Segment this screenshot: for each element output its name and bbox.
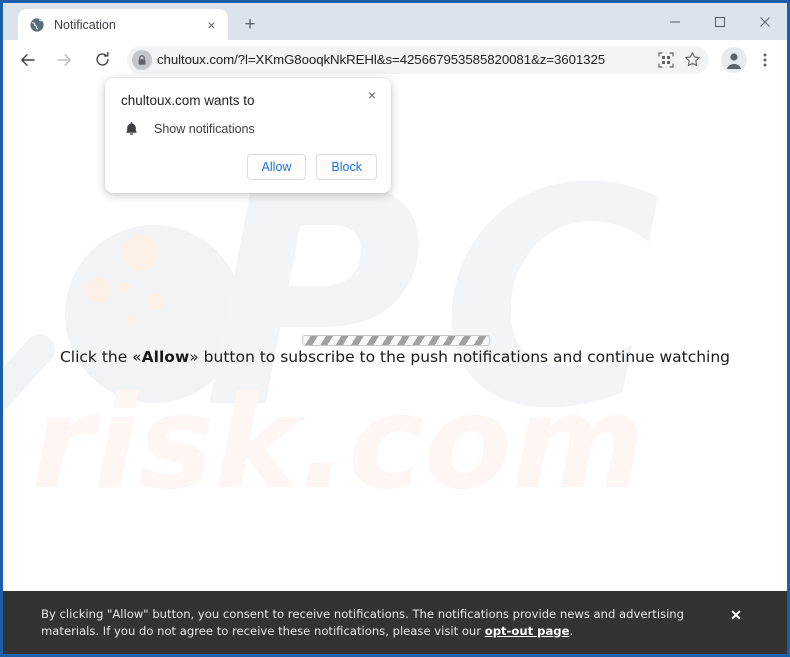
opt-out-page-link[interactable]: opt-out page xyxy=(485,624,570,638)
notification-permission-dialog: × chultoux.com wants to Show notificatio… xyxy=(105,78,391,193)
consent-text-before-link: By clicking "Allow" button, you consent … xyxy=(41,606,685,638)
tab-strip: Notification × + xyxy=(3,3,787,40)
consent-banner-text: By clicking "Allow" button, you consent … xyxy=(41,606,723,640)
dialog-title: chultoux.com wants to xyxy=(121,93,255,108)
block-button[interactable]: Block xyxy=(316,154,377,180)
consent-banner-close-icon[interactable]: ✕ xyxy=(723,603,749,629)
allow-button[interactable]: Allow xyxy=(246,154,307,180)
loading-progress-bar xyxy=(302,335,490,346)
browser-window: Notification × + chultoux.com/?l=XKmG8oo… xyxy=(0,0,790,657)
address-bar-url[interactable]: chultoux.com/?l=XKmG8ooqkNkREHl&s=425667… xyxy=(157,52,653,67)
dialog-close-icon[interactable]: × xyxy=(361,84,383,106)
consent-text-after-link: . xyxy=(569,623,574,638)
reload-button[interactable] xyxy=(87,45,117,75)
instruction-text: Click the «Allow» button to subscribe to… xyxy=(3,348,787,366)
back-button[interactable] xyxy=(13,45,43,75)
dialog-buttons: Allow Block xyxy=(246,154,377,180)
maximize-button[interactable] xyxy=(697,3,742,40)
forward-button[interactable] xyxy=(49,45,79,75)
address-bar-actions xyxy=(653,47,709,73)
qr-code-icon[interactable] xyxy=(653,47,679,73)
bell-icon xyxy=(122,120,140,138)
consent-banner: By clicking "Allow" button, you consent … xyxy=(3,591,787,654)
instruction-suffix: » button to subscribe to the push notifi… xyxy=(189,348,731,366)
browser-tab-notification[interactable]: Notification × xyxy=(18,9,228,40)
instruction-emphasis: Allow xyxy=(141,348,190,366)
browser-toolbar: chultoux.com/?l=XKmG8ooqkNkREHl&s=425667… xyxy=(3,40,787,80)
address-bar[interactable]: chultoux.com/?l=XKmG8ooqkNkREHl&s=425667… xyxy=(127,45,709,74)
dialog-permission-row: Show notifications xyxy=(122,120,255,138)
tab-close-icon[interactable]: × xyxy=(203,16,220,33)
lock-icon[interactable] xyxy=(129,48,155,72)
new-tab-button[interactable]: + xyxy=(236,10,264,38)
instruction-prefix: Click the « xyxy=(59,348,142,366)
window-controls xyxy=(652,3,787,40)
star-icon[interactable] xyxy=(679,47,705,73)
globe-icon xyxy=(29,17,45,33)
minimize-button[interactable] xyxy=(652,3,697,40)
tab-title: Notification xyxy=(54,17,116,32)
three-dots-menu-button[interactable] xyxy=(751,45,779,75)
dialog-permission-label: Show notifications xyxy=(154,122,255,136)
close-window-button[interactable] xyxy=(742,3,787,40)
profile-avatar-button[interactable] xyxy=(719,45,749,75)
